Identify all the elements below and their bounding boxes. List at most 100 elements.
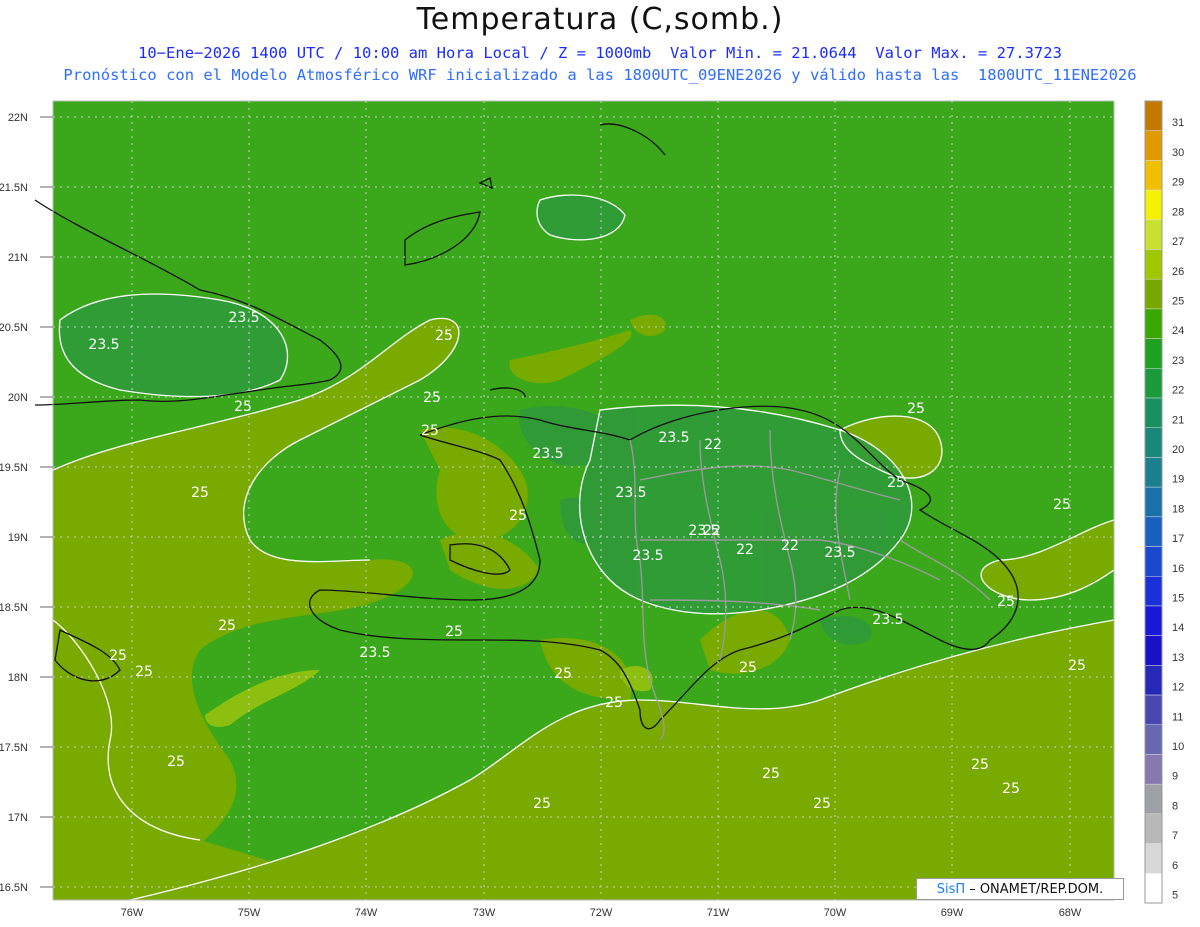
lon-tick-label: 76W [121, 907, 144, 919]
contour-label: 22 [781, 538, 799, 554]
contour-label: 22 [703, 523, 721, 539]
contour-label: 23.5 [532, 446, 563, 462]
colorbar-swatch [1144, 783, 1163, 815]
colorbar-swatch [1144, 576, 1163, 607]
colorbar-swatch [1144, 665, 1163, 696]
colorbar-swatch [1144, 605, 1163, 636]
contour-label: 25 [907, 401, 925, 417]
contour-label: 23.5 [872, 612, 903, 628]
lat-tick-label: 19N [8, 532, 28, 544]
colorbar-swatch [1144, 338, 1163, 369]
contour-label: 23.5 [228, 310, 259, 326]
contour-label: 22 [704, 437, 722, 453]
contour-label: 23.5 [88, 337, 119, 353]
colorbar-swatch [1144, 724, 1163, 755]
contour-label: 25 [813, 796, 831, 812]
colorbar-label: 5 [1172, 890, 1178, 902]
colorbar-swatch [1144, 397, 1163, 428]
contour-label: 23.5 [658, 430, 689, 446]
colorbar-swatch [1144, 457, 1163, 488]
credit-box: SisΠ – ONAMET/REP.DOM. [916, 878, 1124, 900]
colorbar-swatch [1144, 873, 1163, 904]
colorbar-swatch [1144, 100, 1163, 131]
colorbar-swatch [1144, 189, 1163, 221]
lat-tick-label: 20.5N [0, 322, 28, 334]
contour-label: 25 [762, 766, 780, 782]
contour-label: 25 [218, 618, 236, 634]
colorbar-swatch [1144, 546, 1163, 577]
colorbar-label: 26 [1172, 266, 1184, 278]
lon-tick-label: 69W [941, 907, 964, 919]
colorbar-label: 6 [1172, 860, 1178, 872]
colorbar-label: 23 [1172, 355, 1184, 367]
contour-label: 25 [971, 757, 989, 773]
colorbar-label: 20 [1172, 444, 1184, 456]
lon-tick-label: 75W [238, 907, 261, 919]
lat-tick-label: 19.5N [0, 462, 28, 474]
colorbar-swatch [1144, 516, 1163, 547]
colorbar-swatch [1144, 694, 1163, 726]
colorbar-label: 31 [1172, 117, 1184, 129]
colorbar-swatch [1144, 368, 1163, 399]
lon-tick-label: 73W [473, 907, 496, 919]
colorbar-label: 19 [1172, 474, 1184, 486]
contour-label: 25 [509, 508, 527, 524]
lat-tick-label: 21N [8, 252, 28, 264]
colorbar-swatch [1144, 219, 1163, 250]
lat-tick-label: 22N [8, 112, 28, 124]
contour-label: 23.5 [632, 548, 663, 564]
colorbar-label: 22 [1172, 385, 1184, 397]
lat-tick-label: 21.5N [0, 182, 28, 194]
lat-tick-label: 20N [8, 392, 28, 404]
colorbar-label: 30 [1172, 147, 1184, 159]
contour-label: 25 [533, 796, 551, 812]
colorbar-swatch [1144, 249, 1163, 280]
colorbar-label: 9 [1172, 771, 1178, 783]
contour-label: 25 [1053, 497, 1071, 513]
colorbar-label: 21 [1172, 414, 1184, 426]
lon-tick-label: 74W [355, 907, 378, 919]
contour-label: 25 [605, 695, 623, 711]
colorbar-label: 11 [1172, 711, 1183, 723]
contour-label: 25 [435, 328, 453, 344]
contour-label: 25 [421, 423, 439, 439]
contour-label: 25 [997, 594, 1015, 610]
colorbar-swatch [1144, 278, 1163, 310]
colorbar-label: 10 [1172, 741, 1184, 753]
colorbar-swatch [1144, 486, 1163, 518]
colorbar-swatch [1144, 813, 1163, 844]
colorbar-swatch [1144, 635, 1163, 666]
colorbar-label: 12 [1172, 682, 1184, 694]
colorbar-label: 13 [1172, 652, 1184, 664]
contour-label: 23.5 [824, 545, 855, 561]
lat-tick-label: 16.5N [0, 882, 28, 894]
colorbar-label: 15 [1172, 593, 1184, 605]
lon-tick-label: 68W [1059, 907, 1082, 919]
lon-tick-label: 70W [824, 907, 847, 919]
colorbar-swatch [1144, 308, 1163, 339]
colorbar-label: 24 [1172, 325, 1184, 337]
colorbar-label: 25 [1172, 295, 1184, 307]
contour-label: 25 [423, 390, 441, 406]
lat-tick-label: 17.5N [0, 742, 28, 754]
contour-label: 25 [554, 666, 572, 682]
colorbar: 31 30 29 28 27 26 25 24 23 22 21 20 19 18 17 16 15 14 13 12… [1144, 100, 1184, 904]
contour-label: 22 [736, 542, 754, 558]
contour-label: 25 [1002, 781, 1020, 797]
colorbar-swatch [1144, 427, 1163, 458]
lon-tick-label: 71W [707, 907, 730, 919]
contour-label: 25 [739, 660, 757, 676]
lat-tick-label: 18N [8, 672, 28, 684]
longitude-axis: 76W 75W 74W 73W 72W 71W 70W 69W 68W [121, 907, 1082, 919]
colorbar-label: 7 [1172, 830, 1178, 842]
contour-label: 25 [191, 485, 209, 501]
lon-tick-label: 72W [590, 907, 613, 919]
colorbar-swatch [1144, 754, 1163, 785]
latitude-axis: 22N 21.5N 21N 20.5N 20N 19.5N 19N 18.5N 18N 17.5N… [0, 112, 53, 894]
contour-label: 25 [167, 754, 185, 770]
brand-logo: SisΠ [936, 881, 966, 897]
temperature-map: 22N 21.5N 21N 20.5N 20N 19.5N 19N 18.5N 18N 17.5N… [0, 100, 1184, 919]
colorbar-label: 28 [1172, 206, 1184, 218]
colorbar-swatch [1144, 160, 1163, 191]
contour-label: 25 [234, 399, 252, 415]
